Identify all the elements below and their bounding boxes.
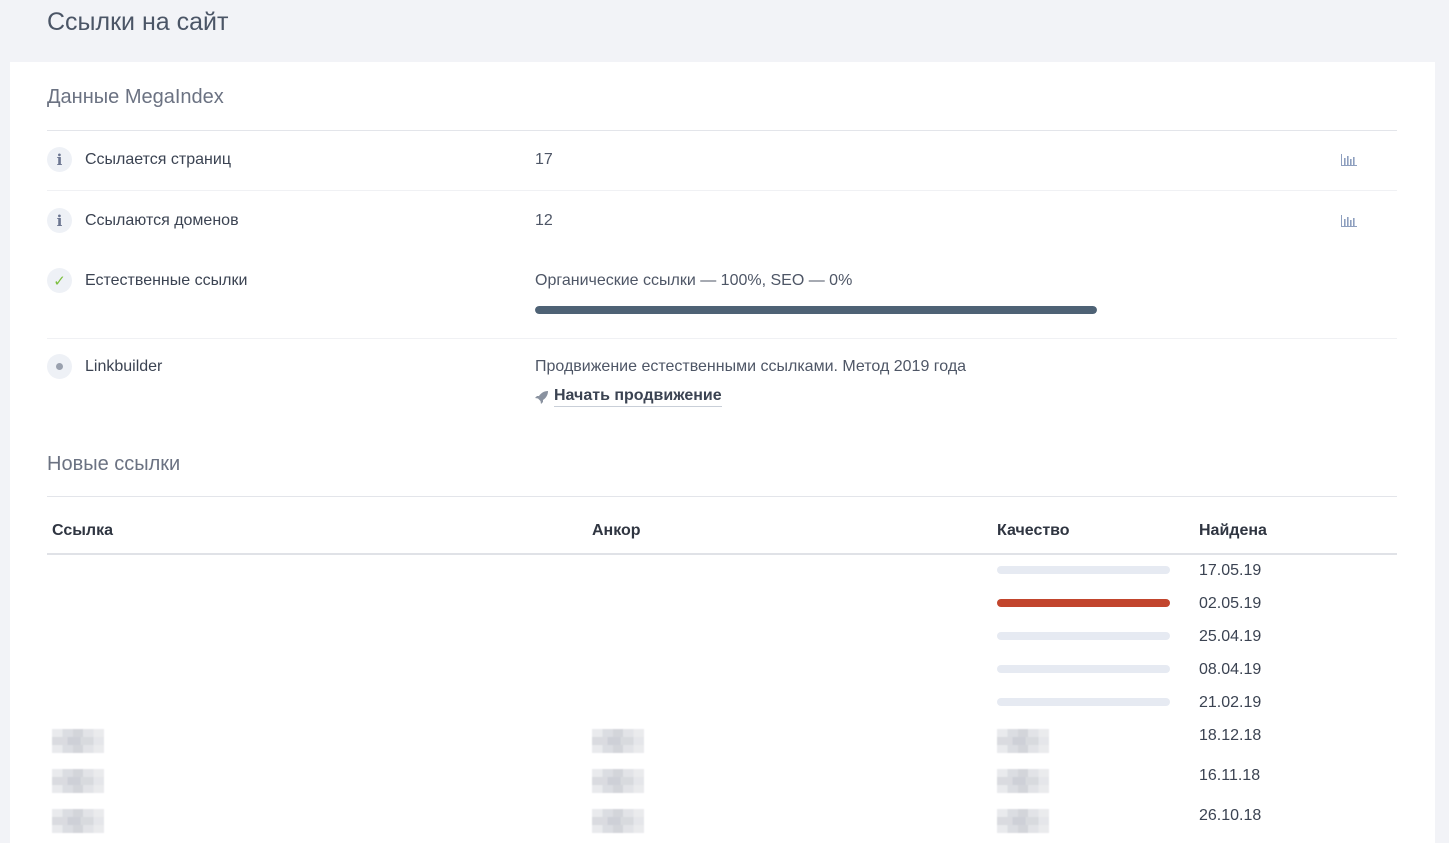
blurred-anchor [592,729,644,753]
metric-label: Ссылается страниц [85,151,231,168]
blurred-link [52,769,104,793]
quality-bar [997,698,1170,706]
organic-progress-fill [535,306,1097,314]
blurred-link [52,729,104,753]
info-icon[interactable]: i [47,208,72,233]
column-header-link[interactable]: Ссылка [52,522,113,540]
column-header-quality[interactable]: Качество [997,522,1070,540]
table-row[interactable]: 17.05.19 [10,562,1435,595]
divider [47,338,1397,339]
divider [47,190,1397,191]
metric-label: Linkbuilder [85,358,163,375]
table-row[interactable]: 26.10.18 [10,807,1435,840]
dot-icon [47,354,72,379]
megaindex-section-title: Данные MegaIndex [47,86,224,108]
found-date: 21.02.19 [1199,694,1262,711]
info-icon[interactable]: i [47,147,72,172]
metric-value: 12 [535,212,553,229]
table-row[interactable]: 25.04.19 [10,628,1435,661]
metric-label: Естественные ссылки [85,272,248,289]
found-date: 16.11.18 [1199,767,1261,784]
metric-value: Продвижение естественными ссылками. Мето… [535,358,967,375]
quality-bar [997,665,1170,673]
page-title: Ссылки на сайт [47,8,229,36]
blurred-quality [997,729,1049,753]
table-row[interactable]: 02.05.19 [10,595,1435,628]
quality-bar [997,632,1170,640]
metric-row-domains: i Ссылаются доменов 12 [47,208,1397,248]
metric-row-natural-links: ✓ Естественные ссылки Органические ссылк… [47,268,1397,328]
new-links-section-title: Новые ссылки [47,453,181,475]
table-row[interactable]: 08.04.19 [10,661,1435,694]
blurred-anchor [592,809,644,833]
found-date: 26.10.18 [1199,807,1262,824]
blurred-link [52,809,104,833]
column-header-anchor[interactable]: Анкор [592,522,641,540]
start-promotion-link[interactable]: Начать продвижение [535,387,722,407]
blurred-anchor [592,769,644,793]
column-header-found[interactable]: Найдена [1199,522,1267,540]
table-row[interactable]: 18.12.18 [10,727,1435,760]
bar-chart-icon[interactable] [1341,152,1357,166]
start-promotion-label: Начать продвижение [554,387,722,407]
table-row[interactable]: 21.02.19 [10,694,1435,727]
quality-bar [997,599,1170,607]
metric-value: Органические ссылки — 100%, SEO — 0% [535,272,853,289]
organic-progress-bar [535,306,1097,314]
quality-bar [997,566,1170,574]
metric-row-pages: i Ссылается страниц 17 [47,147,1397,187]
rocket-icon [535,391,548,404]
metric-value: 17 [535,151,553,168]
found-date: 18.12.18 [1199,727,1262,744]
blurred-quality [997,769,1049,793]
found-date: 02.05.19 [1199,595,1262,612]
divider [47,496,1397,497]
divider [47,130,1397,131]
found-date: 17.05.19 [1199,562,1262,579]
blurred-quality [997,809,1049,833]
table-header-divider [47,553,1397,555]
metric-label: Ссылаются доменов [85,212,239,229]
bar-chart-icon[interactable] [1341,213,1357,227]
links-card: Данные MegaIndex i Ссылается страниц 17 … [10,62,1435,843]
found-date: 08.04.19 [1199,661,1262,678]
found-date: 25.04.19 [1199,628,1262,645]
metric-row-linkbuilder: Linkbuilder Продвижение естественными сс… [47,354,1397,414]
check-icon: ✓ [47,268,72,293]
table-row[interactable]: 16.11.18 [10,767,1435,800]
